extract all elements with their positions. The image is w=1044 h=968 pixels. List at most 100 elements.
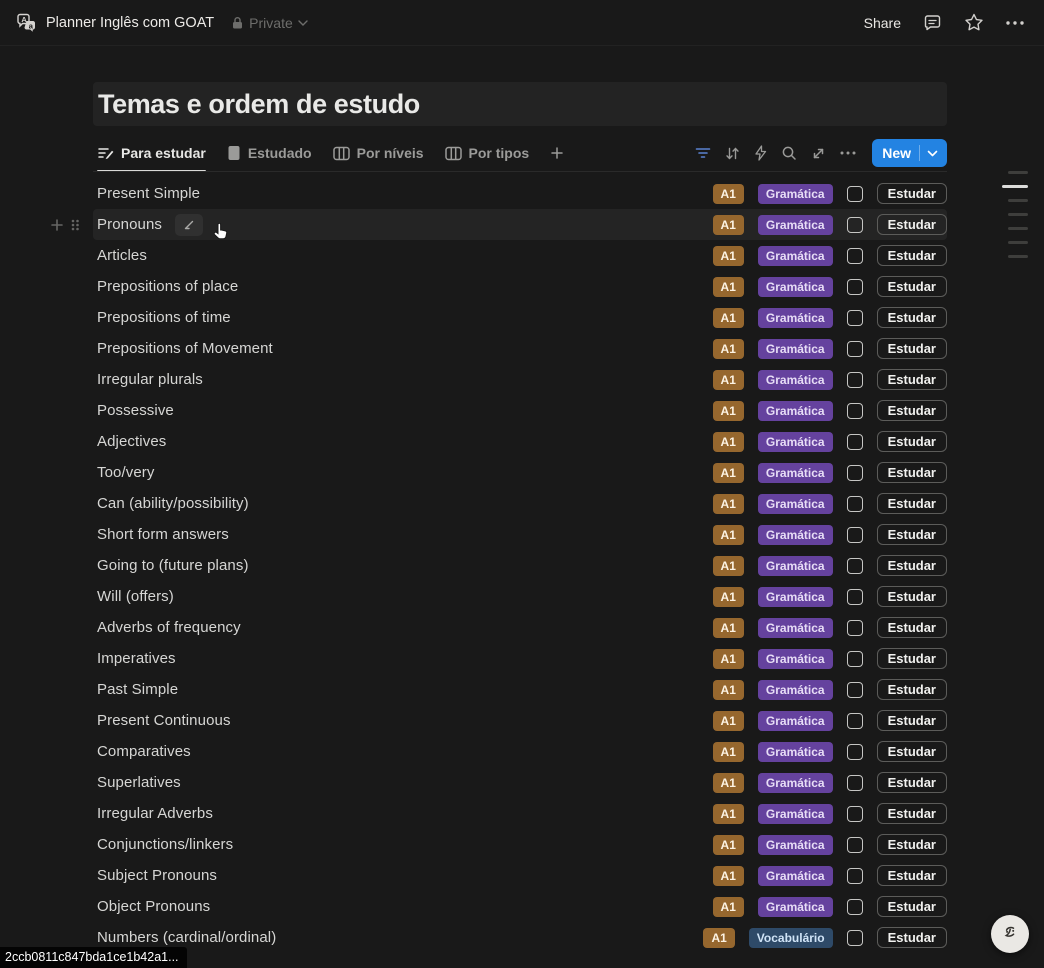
row-checkbox[interactable] [847,558,863,574]
workspace-page-title[interactable]: Planner Inglês com GOAT [46,15,214,31]
table-row[interactable]: Irregular Adverbs A1 Gramática Estudar [93,798,947,829]
type-badge[interactable]: Gramática [758,711,833,731]
row-checkbox[interactable] [847,403,863,419]
estudar-button[interactable]: Estudar [877,710,947,731]
type-badge[interactable]: Vocabulário [749,928,833,948]
table-row[interactable]: Too/very A1 Gramática Estudar [93,457,947,488]
row-checkbox[interactable] [847,620,863,636]
add-row-icon[interactable] [49,217,65,233]
level-badge[interactable]: A1 [713,556,744,576]
row-checkbox[interactable] [847,899,863,915]
level-badge[interactable]: A1 [713,370,744,390]
row-title[interactable]: Numbers (cardinal/ordinal) [97,929,276,946]
row-checkbox[interactable] [847,589,863,605]
level-badge[interactable]: A1 [713,184,744,204]
tab-estudado[interactable]: Estudado [227,134,312,172]
level-badge[interactable]: A1 [713,432,744,452]
row-title[interactable]: Will (offers) [97,588,174,605]
outline-mark[interactable] [1008,213,1028,216]
row-title[interactable]: Irregular Adverbs [97,805,213,822]
row-title[interactable]: Too/very [97,464,155,481]
level-badge[interactable]: A1 [713,587,744,607]
automation-icon[interactable] [754,145,767,161]
type-badge[interactable]: Gramática [758,618,833,638]
star-icon[interactable] [964,13,984,32]
table-row[interactable]: Superlatives A1 Gramática Estudar [93,767,947,798]
level-badge[interactable]: A1 [713,618,744,638]
more-icon[interactable] [840,151,856,155]
comment-icon[interactable] [923,14,942,32]
row-title[interactable]: Prepositions of time [97,309,231,326]
table-row[interactable]: Prepositions of place A1 Gramática Estud… [93,271,947,302]
estudar-button[interactable]: Estudar [877,307,947,328]
level-badge[interactable]: A1 [713,742,744,762]
type-badge[interactable]: Gramática [758,370,833,390]
outline-mark[interactable] [1008,255,1028,258]
row-checkbox[interactable] [847,868,863,884]
type-badge[interactable]: Gramática [758,401,833,421]
sort-icon[interactable] [725,146,740,161]
row-title[interactable]: Pronouns [97,216,162,233]
type-badge[interactable]: Gramática [758,308,833,328]
row-checkbox[interactable] [847,186,863,202]
row-title[interactable]: Irregular plurals [97,371,203,388]
level-badge[interactable]: A1 [713,680,744,700]
table-row[interactable]: Possessive A1 Gramática Estudar [93,395,947,426]
estudar-button[interactable]: Estudar [877,462,947,483]
row-title[interactable]: Imperatives [97,650,176,667]
type-badge[interactable]: Gramática [758,215,833,235]
row-checkbox[interactable] [847,930,863,946]
estudar-button[interactable]: Estudar [877,400,947,421]
drag-handle-icon[interactable] [70,217,80,233]
row-checkbox[interactable] [847,775,863,791]
row-title[interactable]: Superlatives [97,774,181,791]
type-badge[interactable]: Gramática [758,525,833,545]
level-badge[interactable]: A1 [713,835,744,855]
row-title[interactable]: Adverbs of frequency [97,619,241,636]
edit-button[interactable] [175,214,203,236]
estudar-button[interactable]: Estudar [877,276,947,297]
row-title[interactable]: Can (ability/possibility) [97,495,249,512]
row-checkbox[interactable] [847,372,863,388]
type-badge[interactable]: Gramática [758,835,833,855]
level-badge[interactable]: A1 [713,711,744,731]
level-badge[interactable]: A1 [713,463,744,483]
outline-mark[interactable] [1002,185,1028,188]
row-checkbox[interactable] [847,465,863,481]
add-view-button[interactable] [550,146,564,160]
type-badge[interactable]: Gramática [758,680,833,700]
row-title[interactable]: Past Simple [97,681,178,698]
expand-icon[interactable] [811,146,826,161]
table-row[interactable]: Imperatives A1 Gramática Estudar [93,643,947,674]
table-row[interactable]: Adverbs of frequency A1 Gramática Estuda… [93,612,947,643]
estudar-button[interactable]: Estudar [877,555,947,576]
table-row[interactable]: Irregular plurals A1 Gramática Estudar [93,364,947,395]
type-badge[interactable]: Gramática [758,866,833,886]
estudar-button[interactable]: Estudar [877,245,947,266]
row-title[interactable]: Present Continuous [97,712,231,729]
row-checkbox[interactable] [847,527,863,543]
estudar-button[interactable]: Estudar [877,493,947,514]
page-title[interactable]: Temas e ordem de estudo [93,82,947,126]
table-row[interactable]: Short form answers A1 Gramática Estudar [93,519,947,550]
table-row[interactable]: Adjectives A1 Gramática Estudar [93,426,947,457]
table-row[interactable]: Present Simple A1 Gramática Estudar [93,178,947,209]
row-title[interactable]: Short form answers [97,526,229,543]
tab-por-niveis[interactable]: Por níveis [333,134,424,172]
share-button[interactable]: Share [864,15,901,31]
outline-mark[interactable] [1008,171,1028,174]
table-row[interactable]: Pronouns A1 Gramática Estudar [93,209,947,240]
tab-para-estudar[interactable]: Para estudar [97,134,206,172]
notion-ai-button[interactable] [991,915,1029,953]
row-checkbox[interactable] [847,837,863,853]
estudar-button[interactable]: Estudar [877,772,947,793]
row-checkbox[interactable] [847,682,863,698]
row-title[interactable]: Articles [97,247,147,264]
outline-mark[interactable] [1008,199,1028,202]
level-badge[interactable]: A1 [713,308,744,328]
type-badge[interactable]: Gramática [758,246,833,266]
estudar-button[interactable]: Estudar [877,369,947,390]
estudar-button[interactable]: Estudar [877,183,947,204]
table-row[interactable]: Numbers (cardinal/ordinal) A1 Vocabulári… [93,922,947,953]
type-badge[interactable]: Gramática [758,277,833,297]
